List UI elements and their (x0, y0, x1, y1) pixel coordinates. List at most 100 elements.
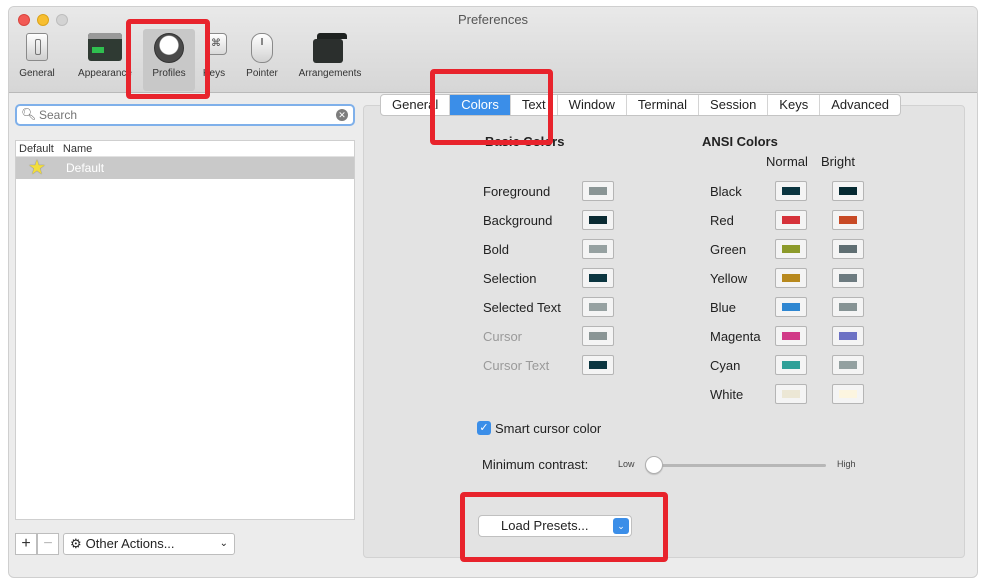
ansi-bright-swatch[interactable] (832, 384, 864, 404)
swatch-fill (839, 245, 857, 253)
swatch-fill (589, 361, 607, 369)
ansi-bright-swatch[interactable] (832, 355, 864, 375)
basic-color-label: Cursor (483, 329, 523, 344)
ansi-color-label: Green (710, 242, 747, 257)
ansi-normal-swatch[interactable] (775, 355, 807, 375)
profile-name: Default (66, 161, 105, 175)
bright-column-heading: Bright (821, 154, 855, 169)
swatch-fill (782, 187, 800, 195)
basic-color-label: Selected Text (483, 300, 561, 315)
contrast-low-label: Low (618, 459, 635, 469)
swatch-fill (839, 216, 857, 224)
basic-color-label: Cursor Text (483, 358, 550, 373)
toolbar-pointer[interactable]: Pointer (235, 29, 289, 91)
annotation-load-presets-highlight (460, 492, 668, 562)
general-switch-icon (20, 33, 54, 65)
ansi-normal-swatch[interactable] (775, 384, 807, 404)
ansi-color-label: Cyan (710, 358, 741, 373)
ansi-normal-swatch[interactable] (775, 239, 807, 259)
ansi-bright-swatch[interactable] (832, 268, 864, 288)
swatch-fill (589, 274, 607, 282)
mouse-icon (245, 33, 279, 65)
tab-window[interactable]: Window (558, 95, 627, 115)
minimum-contrast-label: Minimum contrast: (482, 457, 589, 472)
basic-color-swatch[interactable] (582, 326, 614, 346)
swatch-fill (839, 274, 857, 282)
clear-search-icon[interactable]: ✕ (336, 109, 348, 121)
search-icon: 🔍︎ (21, 107, 37, 121)
ansi-color-label: White (710, 387, 744, 402)
contrast-high-label: High (837, 459, 856, 469)
toolbar-arrangements-label: Arrangements (298, 68, 362, 79)
ansi-color-label: Black (710, 184, 742, 199)
list-header: Default Name (16, 141, 354, 157)
basic-color-label: Background (483, 213, 553, 228)
basic-color-swatch[interactable] (582, 181, 614, 201)
other-actions-dropdown[interactable]: ⚙ Other Actions... ⌄ (63, 533, 235, 555)
swatch-fill (839, 303, 857, 311)
smart-cursor-label: Smart cursor color (495, 421, 602, 436)
annotation-colors-tab-highlight (430, 69, 553, 145)
ansi-bright-swatch[interactable] (832, 326, 864, 346)
basic-color-swatch[interactable] (582, 210, 614, 230)
colors-panel (363, 105, 965, 558)
window-stack-icon (313, 33, 347, 65)
gear-icon: ⚙ (70, 536, 82, 551)
ansi-bright-swatch[interactable] (832, 297, 864, 317)
ansi-bright-swatch[interactable] (832, 210, 864, 230)
add-profile-button[interactable]: + (15, 533, 37, 555)
profile-row-default[interactable]: ★ Default (16, 157, 354, 179)
swatch-fill (782, 332, 800, 340)
basic-color-label: Bold (483, 242, 510, 257)
other-actions-label: Other Actions... (85, 536, 175, 551)
ansi-bright-swatch[interactable] (832, 181, 864, 201)
swatch-fill (782, 361, 800, 369)
appearance-window-icon (88, 33, 122, 65)
swatch-fill (589, 216, 607, 224)
swatch-fill (589, 332, 607, 340)
swatch-fill (782, 390, 800, 398)
minimum-contrast-slider[interactable] (656, 464, 826, 467)
basic-color-swatch[interactable] (582, 355, 614, 375)
ansi-color-label: Yellow (710, 271, 748, 286)
ansi-colors-heading: ANSI Colors (702, 134, 778, 149)
remove-profile-button[interactable]: − (37, 533, 59, 555)
toolbar-pointer-label: Pointer (246, 68, 278, 79)
minimum-contrast-slider-knob[interactable] (645, 456, 663, 474)
smart-cursor-checkbox[interactable]: ✓ (477, 421, 491, 435)
swatch-fill (782, 216, 800, 224)
ansi-normal-swatch[interactable] (775, 181, 807, 201)
swatch-fill (839, 390, 857, 398)
ansi-normal-swatch[interactable] (775, 326, 807, 346)
tab-advanced[interactable]: Advanced (820, 95, 900, 115)
ansi-color-label: Blue (710, 300, 737, 315)
column-name[interactable]: Name (63, 143, 92, 155)
chevron-down-icon: ⌄ (219, 538, 228, 549)
column-default[interactable]: Default (19, 143, 54, 155)
toolbar-general[interactable]: General (13, 29, 61, 91)
swatch-fill (839, 187, 857, 195)
tab-session[interactable]: Session (699, 95, 769, 115)
swatch-fill (782, 245, 800, 253)
toolbar-general-label: General (19, 68, 55, 79)
basic-color-swatch[interactable] (582, 297, 614, 317)
ansi-normal-swatch[interactable] (775, 268, 807, 288)
annotation-profiles-highlight (126, 19, 210, 99)
basic-color-swatch[interactable] (582, 268, 614, 288)
toolbar-arrangements[interactable]: Arrangements (291, 29, 369, 91)
swatch-fill (782, 274, 800, 282)
ansi-color-label: Magenta (710, 329, 761, 344)
search-field[interactable]: 🔍︎ ✕ (15, 104, 355, 126)
normal-column-heading: Normal (766, 154, 808, 169)
tab-keys[interactable]: Keys (768, 95, 821, 115)
ansi-normal-swatch[interactable] (775, 210, 807, 230)
default-star-icon: ★ (28, 157, 46, 179)
ansi-color-label: Red (710, 213, 734, 228)
swatch-fill (782, 303, 800, 311)
basic-color-swatch[interactable] (582, 239, 614, 259)
ansi-normal-swatch[interactable] (775, 297, 807, 317)
ansi-bright-swatch[interactable] (832, 239, 864, 259)
swatch-fill (589, 245, 607, 253)
search-input[interactable] (39, 107, 329, 123)
tab-terminal[interactable]: Terminal (627, 95, 700, 115)
